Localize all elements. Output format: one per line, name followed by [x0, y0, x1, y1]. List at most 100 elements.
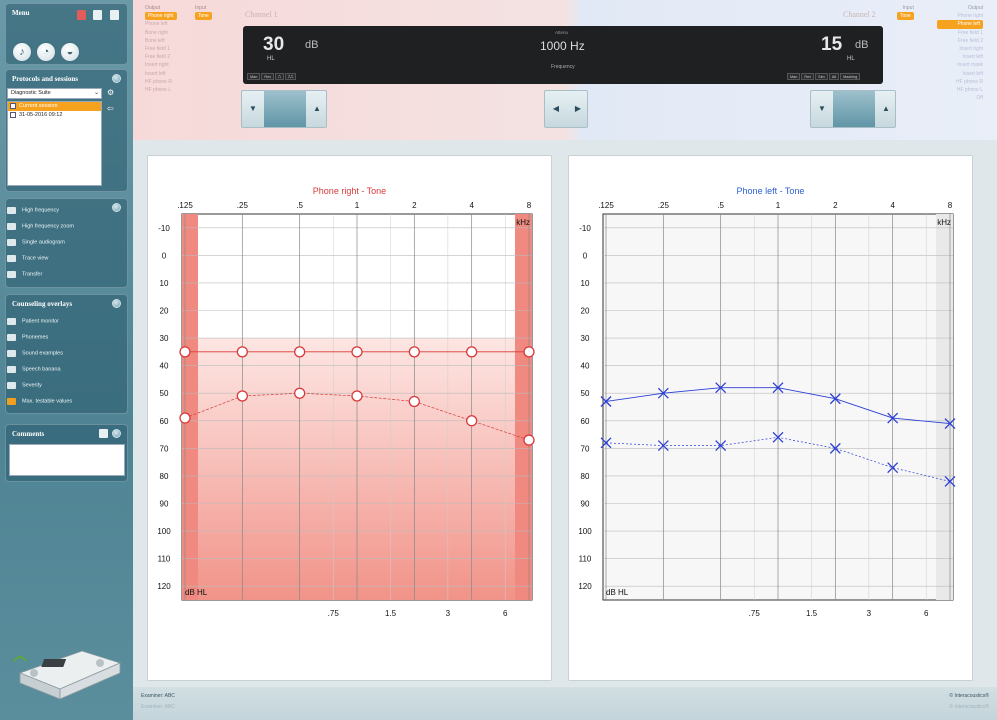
- channel2-level-up-button[interactable]: ▲: [875, 91, 897, 127]
- counseling-collapse-button[interactable]: [112, 299, 121, 308]
- channel2-tab[interactable]: Rev: [801, 73, 815, 80]
- channel2-tab[interactable]: Masking: [840, 73, 861, 80]
- view-item-high-frequency-zoom[interactable]: High frequency zoom: [7, 223, 74, 230]
- save-icon[interactable]: [93, 10, 102, 20]
- channel1-output-option[interactable]: Free field 1: [145, 45, 177, 53]
- channel2-level-slider[interactable]: [833, 91, 875, 127]
- channel2-level-control: ▼ ▲: [810, 90, 896, 128]
- channel1-output-list: Output Phone right Phone left Bone right…: [145, 4, 177, 94]
- overlay-severity[interactable]: Severity: [7, 382, 42, 389]
- max-testable-right-band: [515, 214, 532, 600]
- channel2-output-option[interactable]: Free field 2: [937, 37, 983, 45]
- phonemes-icon: [7, 334, 16, 341]
- comment-edit-icon[interactable]: [99, 429, 108, 438]
- session-current[interactable]: Current session: [8, 102, 101, 111]
- sidebar: Menu ♪ ◔ ◒ Protocols and sessions Diagno…: [0, 0, 133, 720]
- comments-textarea[interactable]: [9, 444, 125, 476]
- db-tick-label: 30: [581, 334, 590, 343]
- channel2-tab[interactable]: Sim: [815, 73, 828, 80]
- channel2-output-option[interactable]: Phone left: [937, 20, 983, 29]
- db-tick-label: 120: [578, 582, 592, 591]
- threshold-marker: [179, 412, 191, 424]
- view-item-single-audiogram[interactable]: Single audiogram: [7, 239, 65, 246]
- view-item-high-frequency[interactable]: High frequency: [7, 207, 59, 214]
- channel1-level-down-button[interactable]: ▼: [242, 91, 264, 127]
- overlay-phonemes[interactable]: Phonemes: [7, 334, 48, 341]
- channel2-output-header: Output: [967, 5, 983, 11]
- channel2-output-option[interactable]: Insert mask: [937, 61, 983, 69]
- tone-audiometry-icon[interactable]: ♪: [12, 42, 32, 62]
- headphone-icon[interactable]: ◒: [60, 42, 80, 62]
- channel1-output-option[interactable]: Insert left: [145, 70, 177, 78]
- channel1-tab[interactable]: Man: [247, 73, 261, 80]
- channel1-output-option[interactable]: Bone left: [145, 37, 177, 45]
- channel1-tab[interactable]: ⎍: [275, 73, 284, 80]
- db-tick-label: 100: [578, 527, 592, 536]
- channel2-output-option[interactable]: Insert left: [937, 53, 983, 61]
- audiogram-right-chart[interactable]: -10 0 10 20 30 40 50 60 70 80 90 100 110 120 .125 .25 .5…: [148, 156, 553, 682]
- channel1-output-option[interactable]: Phone left: [145, 20, 177, 28]
- channel1-level-slider[interactable]: [264, 91, 306, 127]
- khz-label: kHz: [937, 218, 951, 227]
- threshold-marker: [236, 390, 248, 402]
- channel2-tab[interactable]: Alt: [828, 73, 840, 80]
- view-item-transfer[interactable]: Transfer: [7, 271, 42, 278]
- channel1-output-option[interactable]: Phone right: [145, 12, 177, 21]
- channel2-input-option[interactable]: Tone: [897, 12, 914, 21]
- audiogram-right-panel: Phone right - Tone -10 0 10 20 30 40 50 60 70 80 9…: [147, 155, 552, 681]
- overlay-patient-monitor[interactable]: Patient monitor: [7, 318, 59, 325]
- channel2-output-option[interactable]: Phone right: [937, 12, 983, 20]
- overlay-sound-examples[interactable]: Sound examples: [7, 350, 63, 357]
- comments-collapse-button[interactable]: [112, 429, 121, 438]
- channel2-level-down-button[interactable]: ▼: [811, 91, 833, 127]
- protocol-select[interactable]: Diagnostic Suite ⌄: [7, 88, 102, 99]
- view-item-trace-view[interactable]: Trace view: [7, 255, 48, 262]
- channel2-output-option[interactable]: Off: [937, 94, 983, 102]
- channel1-input-header: Input: [195, 5, 207, 11]
- hf-zoom-icon: [7, 223, 16, 230]
- session-arrow-icon[interactable]: ⇦: [107, 104, 114, 113]
- views-collapse-button[interactable]: [112, 203, 121, 212]
- exit-icon[interactable]: [110, 10, 119, 20]
- db-tick-label: 50: [160, 389, 169, 398]
- channel1-tab[interactable]: ⎍⎍: [284, 73, 297, 80]
- max-testable-left-band: [182, 214, 198, 600]
- checkbox[interactable]: [10, 103, 16, 109]
- session-history[interactable]: 31-05-2016 09:12: [8, 111, 101, 120]
- channel2-output-option[interactable]: Insert left: [937, 70, 983, 78]
- db-tick-label: 30: [160, 334, 169, 343]
- channel2-output-option[interactable]: HF phone R: [937, 78, 983, 86]
- db-tick-label: 90: [160, 500, 169, 509]
- speech-audiometry-icon[interactable]: ◔: [36, 42, 56, 62]
- channel1-level-up-button[interactable]: ▲: [306, 91, 328, 127]
- audiogram-left-chart[interactable]: -10 0 10 20 30 40 50 60 70 80 90 100 110 120 .125 .25 .5…: [569, 156, 974, 682]
- channel1-output-option[interactable]: Insert right: [145, 61, 177, 69]
- speech-banana-icon: [7, 366, 16, 373]
- channel2-output-option[interactable]: Insert right: [937, 45, 983, 53]
- protocol-settings-icon[interactable]: ⚙: [107, 88, 114, 97]
- trace-view-icon: [7, 255, 16, 262]
- channel2-output-list: Output Phone right Phone left Free field…: [937, 4, 983, 102]
- channel1-output-option[interactable]: HF phone R: [145, 78, 177, 86]
- channel1-output-option[interactable]: HF phone L: [145, 86, 177, 94]
- dbhl-label: dB HL: [606, 588, 629, 597]
- overlay-speech-banana[interactable]: Speech banana: [7, 366, 61, 373]
- db-tick-label: 60: [581, 417, 590, 426]
- protocols-collapse-button[interactable]: [112, 74, 121, 83]
- channel1-input-option[interactable]: Tone: [195, 12, 212, 21]
- channel2-tab[interactable]: Man: [787, 73, 801, 80]
- channel2-output-option[interactable]: HF phone L: [937, 86, 983, 94]
- channel1-tab[interactable]: Rev: [261, 73, 275, 80]
- db-tick-label: 50: [581, 389, 590, 398]
- save-print-icon[interactable]: [77, 10, 86, 20]
- channel1-output-option[interactable]: Free field 2: [145, 53, 177, 61]
- channel2-label: Channel 2: [843, 10, 876, 19]
- frequency-down-button[interactable]: ◀: [545, 91, 567, 127]
- overlay-max-testable-values[interactable]: Max. testable values: [7, 398, 72, 405]
- channel2-output-option[interactable]: Free field 1: [937, 29, 983, 37]
- checkbox[interactable]: [10, 112, 16, 118]
- frequency-up-button[interactable]: ▶: [567, 91, 589, 127]
- channel1-output-option[interactable]: Bone right: [145, 29, 177, 37]
- max-testable-region: [198, 338, 515, 600]
- protocols-title: Protocols and sessions: [12, 75, 78, 83]
